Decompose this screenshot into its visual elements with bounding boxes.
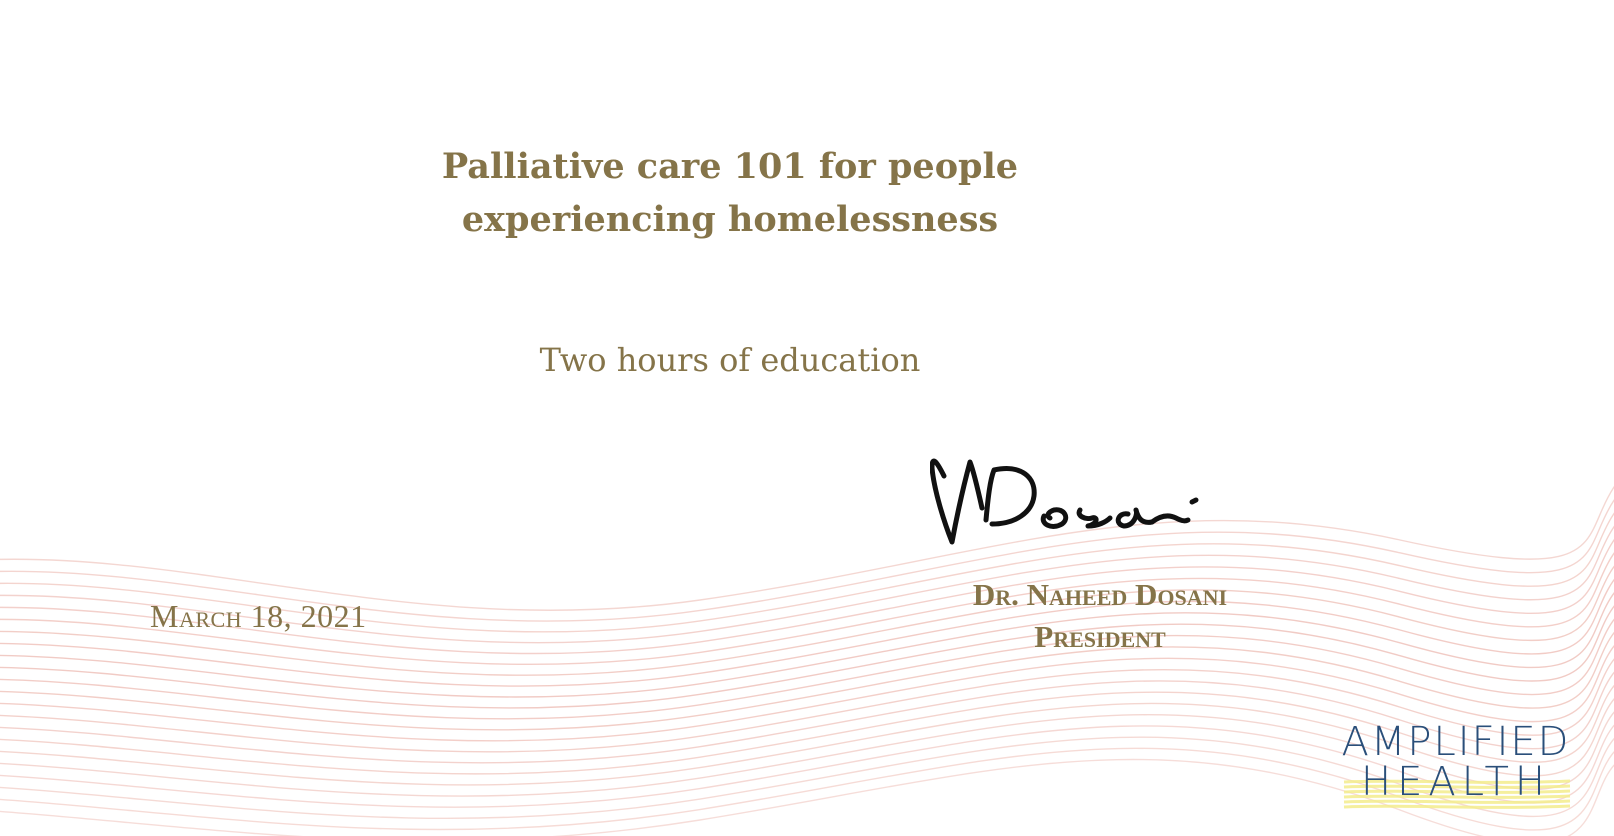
education-hours: Two hours of education xyxy=(539,341,921,379)
logo-text-health: HEALTH xyxy=(1360,759,1551,805)
wave-line xyxy=(0,486,1614,612)
signer-role: President xyxy=(1034,619,1166,654)
logo-band-line xyxy=(1343,804,1571,809)
certificate: Palliative care 101 for people experienc… xyxy=(0,0,1614,836)
wave-line xyxy=(0,552,1614,666)
signer-name: Dr. Naheed Dosani xyxy=(972,577,1228,612)
certificate-date: March 18, 2021 xyxy=(150,598,367,634)
wave-lines-decoration xyxy=(0,486,1614,836)
course-title-line-2: experiencing homelessness xyxy=(461,199,999,240)
signer-block: Dr. Naheed Dosani President xyxy=(900,574,1300,658)
logo-text-amplified: AMPLIFIED xyxy=(1341,719,1571,765)
amplified-health-logo: AMPLIFIED HEALTH xyxy=(1322,722,1590,814)
signature-image xyxy=(930,458,1199,545)
course-title: Palliative care 101 for people experienc… xyxy=(400,140,1060,246)
course-title-line-1: Palliative care 101 for people xyxy=(441,146,1019,187)
